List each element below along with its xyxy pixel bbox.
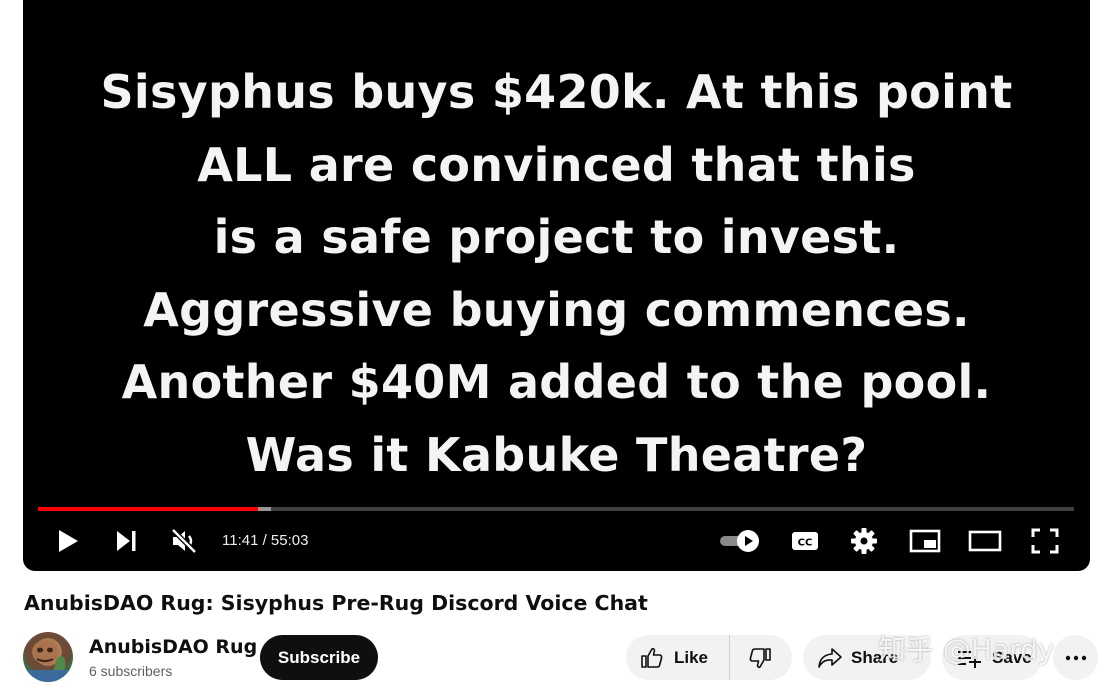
- theater-mode-button[interactable]: [965, 518, 1005, 564]
- player-controls: 11:41 / 55:03 CC: [23, 518, 1090, 564]
- save-label: Save: [992, 647, 1032, 667]
- like-button[interactable]: Like: [626, 635, 730, 680]
- subtitle-line: Another $40M added to the pool.: [121, 355, 992, 409]
- cc-label: CC: [798, 538, 813, 549]
- subscribe-button[interactable]: Subscribe: [260, 635, 378, 680]
- cc-icon: CC: [792, 532, 818, 550]
- save-button[interactable]: Save: [942, 635, 1042, 680]
- subtitle-line: Sisyphus buys $420k. At this point: [100, 65, 1013, 119]
- like-dislike-group: Like: [626, 635, 792, 680]
- miniplayer-button[interactable]: [906, 518, 944, 564]
- add-to-playlist-icon: [958, 650, 981, 668]
- subtitle-line: ALL are convinced that this: [197, 137, 916, 192]
- theater-mode-icon: [968, 530, 1002, 552]
- subtitle-line: Was it Kabuke Theatre?: [245, 427, 868, 482]
- share-label: Share: [851, 647, 899, 667]
- muted-volume-icon: [171, 528, 197, 554]
- next-icon: [117, 531, 136, 551]
- time-display: 11:41 / 55:03: [222, 532, 309, 549]
- progress-played: [38, 507, 258, 511]
- video-title: AnubisDAO Rug: Sisyphus Pre-Rug Discord …: [24, 591, 648, 615]
- autoplay-toggle[interactable]: [717, 518, 763, 564]
- play-button[interactable]: [51, 518, 85, 564]
- dislike-button[interactable]: [730, 635, 790, 680]
- video-subtitle-text: Sisyphus buys $420k. At this point ALL a…: [23, 56, 1090, 491]
- settings-button[interactable]: [846, 518, 882, 564]
- autoplay-toggle-icon: [720, 530, 759, 552]
- fullscreen-button[interactable]: [1027, 518, 1063, 564]
- fullscreen-icon: [1031, 528, 1059, 554]
- captions-button[interactable]: CC: [787, 518, 823, 564]
- subtitle-line: is a safe project to invest.: [213, 210, 900, 264]
- mute-button[interactable]: [165, 518, 203, 564]
- more-actions-button[interactable]: [1053, 635, 1098, 680]
- share-icon: [818, 647, 842, 668]
- avatar-image: [23, 640, 73, 682]
- progress-bar[interactable]: [38, 507, 1074, 511]
- video-player[interactable]: Sisyphus buys $420k. At this point ALL a…: [23, 0, 1090, 571]
- like-label: Like: [674, 647, 709, 667]
- channel-avatar[interactable]: [23, 632, 73, 682]
- play-icon: [59, 530, 78, 552]
- more-horizontal-icon: [1065, 655, 1086, 660]
- subscriber-count: 6 subscribers: [89, 663, 173, 679]
- thumbs-down-icon: [749, 647, 771, 668]
- thumbs-up-icon: [641, 647, 663, 668]
- subtitle-line: Aggressive buying commences.: [143, 282, 970, 337]
- gear-icon: [851, 528, 877, 554]
- channel-name[interactable]: AnubisDAO Rug: [89, 636, 257, 658]
- next-button[interactable]: [109, 518, 143, 564]
- miniplayer-icon: [909, 529, 941, 553]
- share-button[interactable]: Share: [803, 635, 931, 680]
